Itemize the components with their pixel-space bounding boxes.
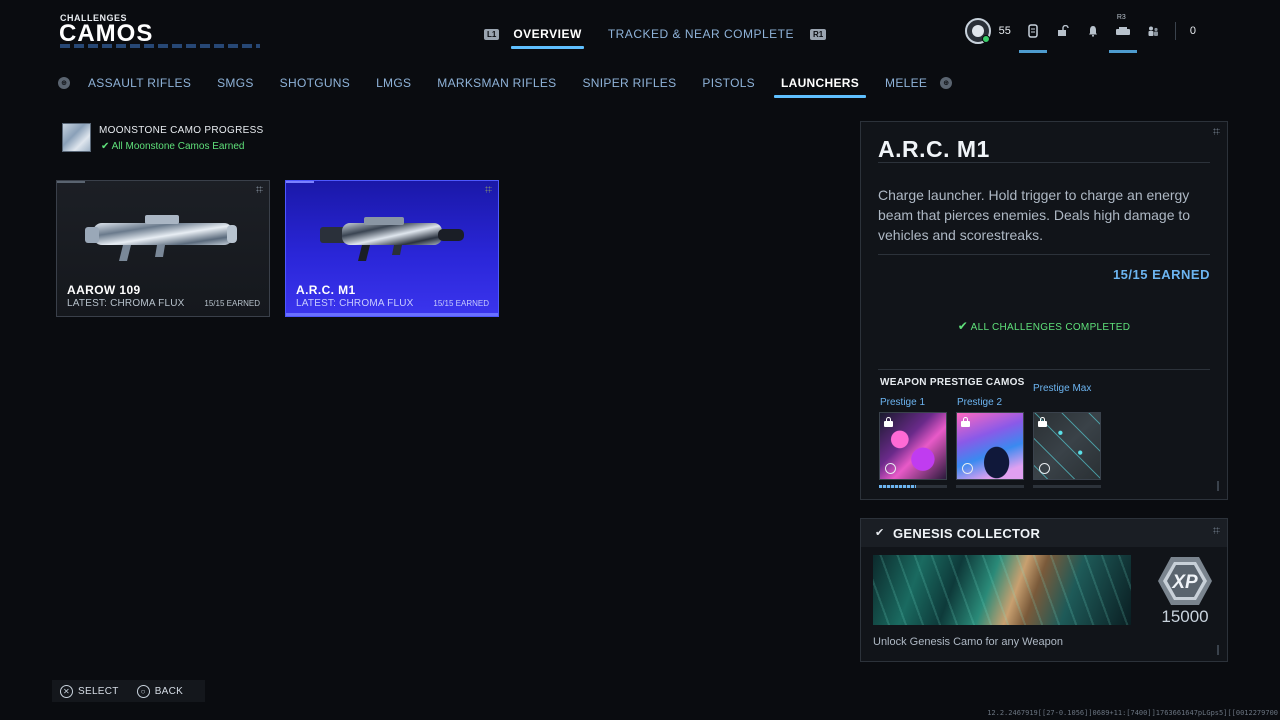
xp-badge-icon: XP (1158, 557, 1212, 605)
back-button[interactable]: ○ BACK (136, 684, 197, 698)
panel-corner-grip-icon (1213, 527, 1220, 534)
prestige-emblem-icon (885, 463, 896, 474)
card-corner-grip-icon (485, 186, 492, 193)
card-corner-grip-icon (256, 186, 263, 193)
moonstone-status: ✔ All Moonstone Camos Earned (101, 141, 244, 152)
tab-sniper-rifles[interactable]: SNIPER RIFLES (569, 76, 689, 90)
weapon-category-tabs: ⊕ ASSAULT RIFLES SMGS SHOTGUNS LMGS MARK… (58, 74, 953, 98)
weapon-card-arc-m1[interactable]: A.R.C. M1 LATEST: CHROMA FLUX 15/15 EARN… (285, 180, 499, 317)
player-level: 55 (998, 25, 1011, 37)
arc-m1-weapon-image (320, 217, 464, 261)
weapon-camos-earned: 15/15 EARNED (433, 299, 489, 308)
notification-bell-icon[interactable] (1085, 23, 1101, 39)
checkmark-icon: ✔ (101, 141, 110, 152)
weapon-latest-camo: LATEST: CHROMA FLUX (67, 298, 185, 309)
lock-icon (1038, 417, 1047, 427)
weapon-detail-panel: A.R.C. M1 Charge launcher. Hold trigger … (860, 121, 1228, 500)
l1-hint: L1 (484, 28, 500, 40)
status-divider (1174, 22, 1176, 40)
circle-button-icon: ○ (136, 684, 150, 698)
prestige-2-progress (956, 485, 1024, 488)
aarow-109-weapon-image (85, 215, 237, 261)
prestige-1-progress (879, 485, 947, 488)
prestige-emblem-icon (962, 463, 973, 474)
prestige-1-label: Prestige 1 (880, 397, 926, 408)
tab-pistols[interactable]: PISTOLS (689, 76, 768, 90)
weapon-name: A.R.C. M1 (296, 283, 356, 297)
checkmark-icon: ✔ (875, 527, 885, 539)
weapon-camos-earned: 15/15 EARNED (204, 299, 260, 308)
prev-category-hint-icon[interactable]: ⊕ (58, 77, 70, 89)
cross-button-icon: ✕ (60, 684, 73, 698)
prestige-emblem-icon (1039, 463, 1050, 474)
panel-scrollbar[interactable] (1217, 645, 1219, 655)
weapon-card-aarow-109[interactable]: AAROW 109 LATEST: CHROMA FLUX 15/15 EARN… (56, 180, 270, 317)
status-bar: 55 R3 0 (964, 14, 1196, 53)
detail-weapon-name: A.R.C. M1 (878, 136, 990, 162)
xp-badge-label: XP (1171, 572, 1198, 593)
prestige-max-label: Prestige Max (1033, 383, 1092, 394)
panel-scrollbar[interactable] (1217, 481, 1219, 491)
next-category-hint-icon[interactable]: ⊕ (940, 77, 953, 89)
checkmark-icon: ✔ (957, 319, 969, 333)
tab-shotguns[interactable]: SHOTGUNS (267, 76, 363, 90)
genesis-description: Unlock Genesis Camo for any Weapon (873, 636, 1063, 648)
r1-hint: R1 (810, 28, 827, 40)
genesis-header: ✔ GENESIS COLLECTOR (861, 519, 1227, 547)
tab-launchers[interactable]: LAUNCHERS (768, 76, 872, 98)
moonstone-progress-title: MOONSTONE CAMO PROGRESS (99, 125, 264, 136)
prestige-2-label: Prestige 2 (957, 397, 1003, 408)
panel-corner-grip-icon (1213, 128, 1220, 135)
prestige-camos-title: WEAPON PRESTIGE CAMOS (880, 377, 1025, 388)
tab-assault-rifles[interactable]: ASSAULT RIFLES (75, 76, 204, 90)
mode-tabs: L1 OVERVIEW TRACKED & NEAR COMPLETE R1 (484, 24, 827, 49)
player-level-icon[interactable] (964, 18, 991, 44)
title-underline (60, 44, 260, 48)
controller-hints: ✕ SELECT ○ BACK (52, 680, 206, 702)
tab-marksman-rifles[interactable]: MARKSMAN RIFLES (424, 76, 569, 90)
tab-tracked-near-complete[interactable]: TRACKED & NEAR COMPLETE (602, 27, 800, 41)
select-label: SELECT (78, 685, 119, 697)
all-challenges-completed-text: ALL CHALLENGES COMPLETED (970, 322, 1131, 333)
party-icon[interactable] (1145, 23, 1161, 39)
back-label: BACK (154, 685, 184, 697)
moonstone-status-text: All Moonstone Camos Earned (111, 141, 245, 152)
genesis-camo-image (873, 555, 1131, 625)
prestige-1-camo-tile[interactable] (879, 412, 947, 480)
social-icon[interactable]: R3 (1108, 14, 1137, 53)
prestige-2-camo-tile[interactable] (956, 412, 1024, 480)
r3-hint: R3 (1116, 14, 1126, 21)
unlock-icon[interactable] (1055, 23, 1071, 39)
select-button[interactable]: ✕ SELECT (60, 684, 133, 698)
build-version-string: 12.2.2467919[[27-0.1056]]0689+11:[7400]]… (987, 709, 1278, 717)
genesis-title: GENESIS COLLECTOR (893, 526, 1041, 541)
tab-overview[interactable]: OVERVIEW (507, 27, 587, 49)
battle-pass-icon[interactable] (1018, 23, 1047, 53)
all-challenges-completed: ✔ ALL CHALLENGES COMPLETED (861, 319, 1227, 333)
weapon-name: AAROW 109 (67, 283, 141, 297)
weapon-latest-camo: LATEST: CHROMA FLUX (296, 298, 414, 309)
genesis-xp-reward: 15000 (1161, 607, 1209, 626)
lock-icon (884, 417, 893, 427)
prestige-max-camo-tile[interactable] (1033, 412, 1101, 480)
moonstone-camo-thumbnail (62, 123, 91, 152)
lock-icon (961, 417, 970, 427)
tab-smgs[interactable]: SMGS (204, 76, 267, 90)
tab-melee[interactable]: MELEE (872, 76, 940, 90)
detail-weapon-description: Charge launcher. Hold trigger to charge … (878, 187, 1191, 243)
prestige-max-progress (1033, 485, 1101, 488)
tab-lmgs[interactable]: LMGS (363, 76, 424, 90)
currency-count: 0 (1189, 25, 1196, 37)
genesis-collector-panel: ✔ GENESIS COLLECTOR XP 15000 Unlock Gene… (860, 518, 1228, 662)
detail-camos-earned: 15/15 EARNED (1112, 267, 1210, 282)
online-dot-icon (981, 35, 990, 43)
